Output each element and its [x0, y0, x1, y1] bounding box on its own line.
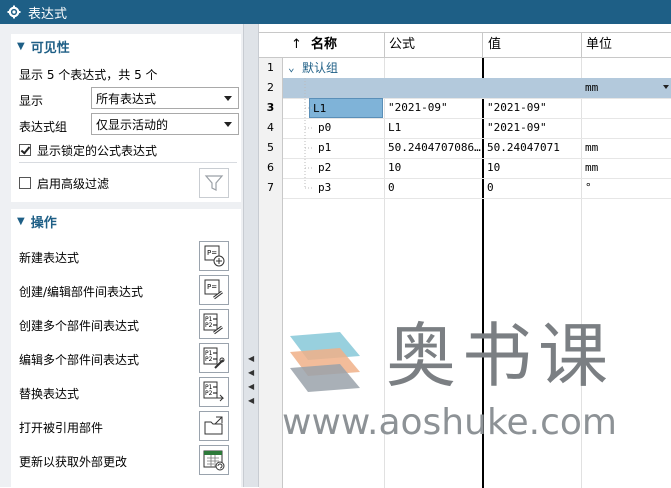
group-dropdown[interactable]: 仅显示活动的 [91, 113, 239, 135]
collapse-left-arrow-icon[interactable]: ◀ [248, 396, 254, 405]
locked-formula-label: 显示锁定的公式表达式 [37, 144, 158, 158]
table-row[interactable]: 4 p0 L1 "2021-09" [259, 118, 671, 139]
tree-lines [304, 78, 313, 189]
watermark-logo [290, 332, 360, 392]
table-row[interactable]: 1 ⌄ 默认组 [259, 58, 671, 79]
value-cell: "2021-09" [487, 121, 547, 134]
filter-button[interactable] [199, 168, 229, 198]
interpart-expression-button[interactable]: P= [199, 275, 229, 305]
title-bar: 表达式 [0, 0, 671, 24]
column-header-formula[interactable]: 公式 [385, 33, 483, 57]
locked-formula-checkbox[interactable] [19, 144, 31, 156]
table-row[interactable]: 2 mm [259, 78, 671, 99]
chevron-down-icon [224, 96, 232, 101]
name-cell[interactable]: p3 [315, 178, 383, 198]
actions-header[interactable]: ▼ 操作 [11, 209, 241, 233]
name-cell[interactable]: p2 [315, 158, 383, 178]
formula-cell[interactable]: L1 [385, 118, 481, 138]
table-row[interactable]: 7 p3 0 0 ° [259, 178, 671, 199]
action-multi-interpart[interactable]: 创建多个部件间表达式 [19, 317, 139, 334]
svg-text:P2=: P2= [205, 356, 217, 363]
unit-cell[interactable]: ° [582, 178, 662, 198]
advanced-filter-label: 启用高级过滤 [37, 177, 110, 191]
unit-cell[interactable]: mm [582, 138, 662, 158]
collapse-left-arrow-icon[interactable]: ◀ [248, 354, 254, 363]
name-cell[interactable]: p1 [315, 138, 383, 158]
value-cell: 50.24047071 [487, 141, 560, 154]
table-row[interactable]: 5 p1 50.2404707086… 50.24047071 mm [259, 138, 671, 159]
action-new-expression[interactable]: 新建表达式 [19, 249, 79, 266]
collapse-left-arrow-icon[interactable]: ◀ [248, 382, 254, 391]
group-label: 表达式组 [19, 120, 68, 134]
column-header-value[interactable]: 值 [484, 33, 582, 57]
value-cell: 0 [487, 181, 494, 194]
replace-expression-icon: P1=P2= [203, 381, 225, 402]
chevron-down-icon [224, 122, 232, 127]
actions-section: ▼ 操作 新建表达式 P= 创建/编辑部件间表达式 P= 创建多个部件间表达式 … [11, 209, 241, 487]
table-header: ↑ 名称 公式 值 单位 [259, 33, 671, 58]
update-external-button[interactable] [199, 445, 229, 475]
action-edit-multi-interpart[interactable]: 编辑多个部件间表达式 [19, 351, 139, 368]
chevron-down-icon[interactable] [663, 85, 669, 89]
edit-multi-interpart-icon: P1=P2= [203, 347, 225, 369]
collapse-left-arrow-icon[interactable]: ◀ [248, 368, 254, 377]
unit-cell[interactable]: mm [582, 158, 662, 178]
formula-cell[interactable]: "2021-09" [385, 98, 481, 118]
left-panel: ▼ 可见性 显示 5 个表达式，共 5 个 显示 所有表达式 表达式组 仅显示活… [0, 24, 243, 487]
name-cell[interactable]: p0 [315, 118, 383, 138]
multi-interpart-icon: P1=P2= [203, 313, 223, 335]
action-interpart-expression[interactable]: 创建/编辑部件间表达式 [19, 283, 143, 300]
svg-text:P=: P= [207, 249, 217, 257]
collapse-triangle-icon[interactable]: ▼ [17, 216, 25, 227]
group-dropdown-value: 仅显示活动的 [96, 117, 169, 132]
update-external-icon [203, 450, 225, 471]
gear-icon[interactable] [6, 4, 22, 20]
show-dropdown[interactable]: 所有表达式 [91, 87, 239, 109]
show-dropdown-value: 所有表达式 [96, 91, 157, 106]
funnel-icon [204, 175, 224, 191]
formula-cell[interactable]: 0 [385, 178, 481, 198]
action-replace-expression[interactable]: 替换表达式 [19, 385, 79, 402]
show-label: 显示 [19, 94, 44, 108]
edit-multi-interpart-button[interactable]: P1= P2= [199, 343, 229, 373]
new-expression-button[interactable]: P= [199, 241, 229, 271]
unit-cell[interactable]: mm [582, 78, 662, 98]
open-referenced-part-button[interactable] [199, 411, 229, 441]
table-row[interactable]: 3 L1 "2021-09" "2021-09" [259, 98, 671, 119]
visibility-section: ▼ 可见性 显示 5 个表达式，共 5 个 显示 所有表达式 表达式组 仅显示活… [11, 34, 241, 202]
svg-text:P2=: P2= [205, 322, 217, 329]
value-cell: "2021-09" [487, 101, 547, 114]
svg-text:P=: P= [207, 283, 217, 291]
formula-cell[interactable]: 10 [385, 158, 481, 178]
action-open-referenced-part[interactable]: 打开被引用部件 [19, 419, 103, 436]
advanced-filter-checkbox[interactable] [19, 177, 31, 189]
formula-cell[interactable]: 50.2404707086… [385, 138, 481, 158]
open-referenced-part-icon [204, 416, 223, 435]
multi-interpart-button[interactable]: P1= P2= [199, 309, 229, 339]
new-expression-icon: P= [204, 245, 225, 267]
actions-header-label: 操作 [30, 215, 57, 231]
value-cell: 10 [487, 161, 501, 174]
replace-expression-button[interactable]: P1= P2= [199, 377, 229, 407]
column-header-unit[interactable]: 单位 [582, 33, 671, 57]
collapse-triangle-icon[interactable]: ▼ [17, 41, 25, 52]
watermark-url: www.aoshuke.com [282, 402, 617, 443]
panel-splitter[interactable]: ◀ ◀ ◀ ◀ [243, 24, 259, 487]
expression-count-summary: 显示 5 个表达式，共 5 个 [19, 68, 158, 82]
visibility-header[interactable]: ▼ 可见性 [11, 34, 241, 58]
svg-text:P2=: P2= [205, 390, 217, 397]
action-update-external[interactable]: 更新以获取外部更改 [19, 453, 127, 470]
divider [19, 162, 237, 163]
window-title: 表达式 [28, 6, 68, 22]
name-cell[interactable]: L1 [309, 98, 383, 118]
visibility-header-label: 可见性 [30, 40, 70, 56]
watermark-title: 奥书课 [386, 315, 614, 397]
interpart-expression-icon: P= [204, 279, 223, 300]
table-row[interactable]: 6 p2 10 10 mm [259, 158, 671, 179]
